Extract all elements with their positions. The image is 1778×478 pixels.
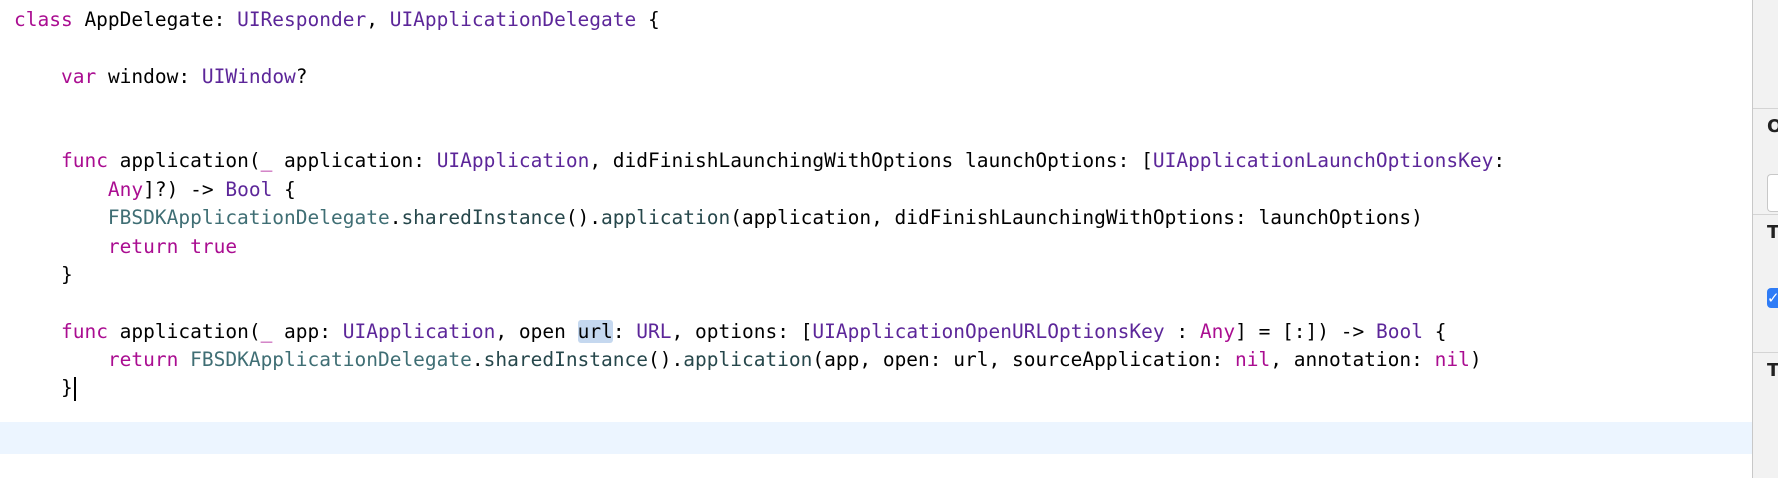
code-token: _	[260, 149, 273, 172]
code-token: {	[636, 8, 660, 31]
code-token: , options: [	[671, 320, 813, 343]
code-token: window:	[96, 65, 202, 88]
code-token: UIApplicationOpenURLOptionsKey	[812, 320, 1165, 343]
code-token: AppDelegate:	[72, 8, 238, 31]
code-line[interactable]: }	[14, 372, 76, 404]
code-token: ] = [:]) ->	[1235, 320, 1376, 343]
code-token: true	[190, 235, 238, 258]
code-token: }	[14, 376, 73, 399]
inspector-panel-edge: O T ✓ T	[1752, 0, 1778, 478]
code-token: nil	[1434, 348, 1470, 371]
code-token: UIApplicationLaunchOptionsKey	[1152, 149, 1494, 172]
inspector-divider	[1753, 352, 1778, 353]
code-token: )	[1469, 348, 1482, 371]
code-token: FBSDKApplicationDelegate	[107, 206, 390, 229]
code-token: :	[1493, 149, 1506, 172]
code-token: application(	[107, 149, 261, 172]
code-token: Bool	[225, 178, 273, 201]
inspector-divider	[1753, 108, 1778, 109]
inspector-field[interactable]	[1767, 174, 1778, 212]
code-token: var	[60, 65, 97, 88]
source-editor[interactable]: class AppDelegate: UIResponder, UIApplic…	[0, 0, 1752, 478]
code-token: }	[14, 263, 73, 286]
code-token: UIApplication	[436, 149, 590, 172]
code-token: , didFinishLaunchingWithOptions launchOp…	[589, 149, 1153, 172]
code-line[interactable]: return FBSDKApplicationDelegate.sharedIn…	[14, 344, 1482, 376]
code-token: func	[60, 320, 108, 343]
code-token: URL	[636, 320, 672, 343]
inspector-section-label-1: O	[1767, 116, 1778, 137]
code-token: .	[471, 348, 484, 371]
code-token: return	[107, 235, 179, 258]
code-token: Any	[107, 178, 144, 201]
code-token: UIResponder	[237, 8, 367, 31]
code-line[interactable]: }	[14, 259, 73, 291]
code-token: func	[60, 149, 108, 172]
code-token: FBSDKApplicationDelegate	[190, 348, 472, 371]
code-token: ().	[648, 348, 684, 371]
code-token: (application, didFinishLaunchingWithOpti…	[730, 206, 1423, 229]
code-token: _	[260, 320, 273, 343]
code-token: , open	[495, 320, 578, 343]
code-token: {	[272, 178, 296, 201]
code-token: UIWindow	[201, 65, 296, 88]
code-token: application(	[107, 320, 261, 343]
code-token: application:	[272, 149, 437, 172]
code-token: .	[389, 206, 402, 229]
code-token: sharedInstance	[401, 206, 566, 229]
code-token: (app, open: url, sourceApplication:	[812, 348, 1236, 371]
current-line-highlight	[0, 422, 1752, 454]
code-token: nil	[1235, 348, 1271, 371]
code-line[interactable]: class AppDelegate: UIResponder, UIApplic…	[14, 4, 660, 36]
inspector-section-label-3: T	[1767, 360, 1778, 381]
code-token: class	[14, 8, 73, 31]
checkmark-icon: ✓	[1767, 289, 1778, 307]
code-token: return	[107, 348, 179, 371]
code-token: Any	[1199, 320, 1236, 343]
code-token: sharedInstance	[483, 348, 649, 371]
code-token: , annotation:	[1270, 348, 1435, 371]
code-token: application	[601, 206, 731, 229]
code-token: :	[1164, 320, 1200, 343]
inspector-checkbox[interactable]: ✓	[1767, 288, 1778, 308]
code-token: ,	[366, 8, 390, 31]
inspector-divider	[1753, 214, 1778, 215]
code-line[interactable]: func application(_ application: UIApplic…	[14, 145, 1505, 177]
code-token: ?	[295, 65, 308, 88]
code-token: ().	[565, 206, 602, 229]
code-line[interactable]: var window: UIWindow?	[14, 61, 308, 93]
code-token: ]?) ->	[143, 178, 226, 201]
code-token: {	[1422, 320, 1447, 343]
code-line[interactable]: FBSDKApplicationDelegate.sharedInstance(…	[14, 202, 1423, 234]
code-token: app:	[272, 320, 343, 343]
inspector-section-label-2: T	[1767, 222, 1778, 243]
code-token: UIApplication	[342, 320, 496, 343]
text-cursor	[73, 376, 76, 401]
code-token: Bool	[1375, 320, 1423, 343]
code-token: :	[612, 320, 637, 343]
code-token: UIApplicationDelegate	[389, 8, 637, 31]
highlighted-symbol: url	[577, 320, 613, 343]
code-token: application	[683, 348, 813, 371]
